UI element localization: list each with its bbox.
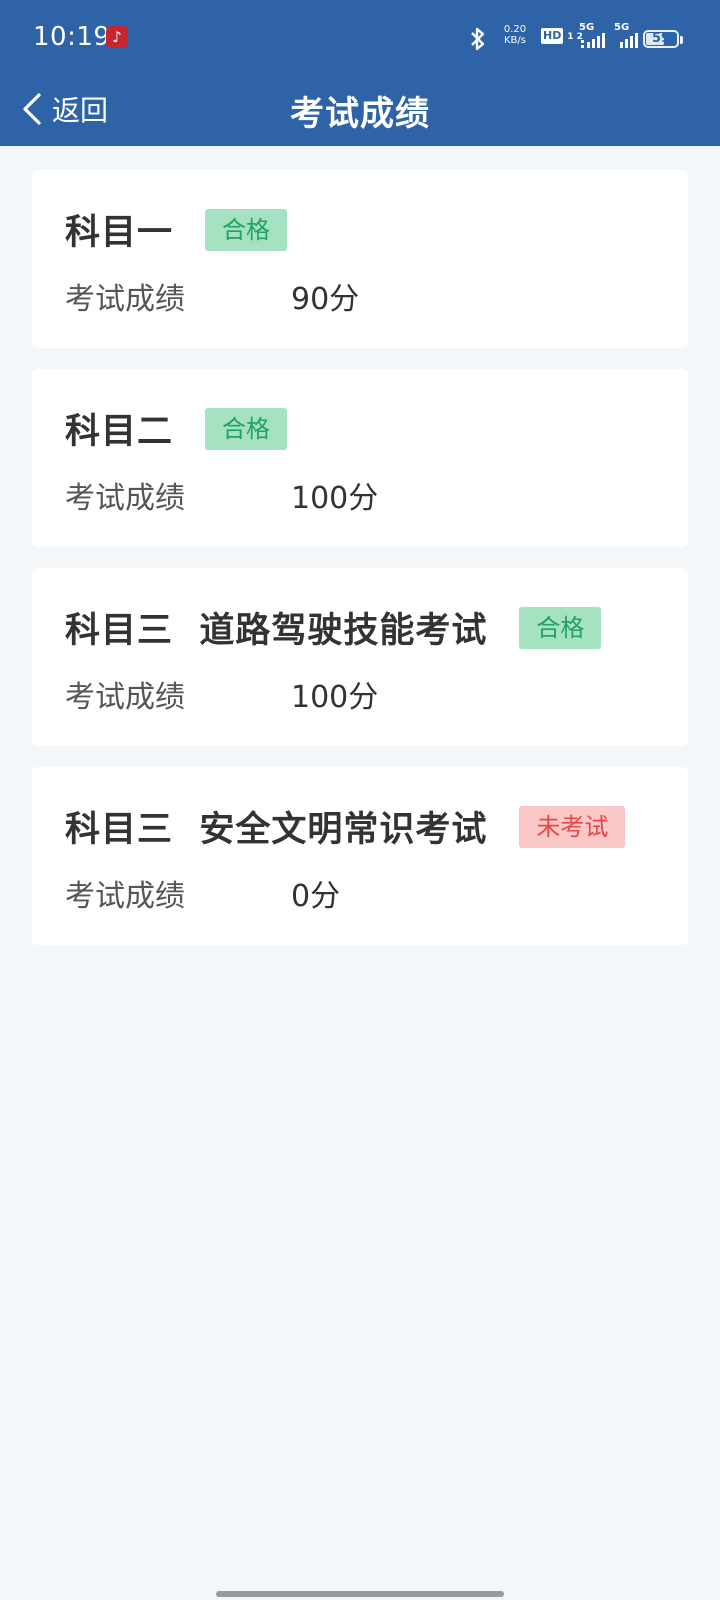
status-bar: 10:19 ♪ 0.20 KB/s HD 1 2 5G 5G 59	[0, 0, 720, 78]
battery-level: 59	[651, 31, 671, 46]
nav-bar: 返回 考试成绩	[0, 78, 720, 146]
app-header: 10:19 ♪ 0.20 KB/s HD 1 2 5G 5G 59 返回 考试成…	[0, 0, 720, 146]
status-time: 10:19	[33, 22, 111, 52]
exam-card: 科目三 道路驾驶技能考试 合格 考试成绩 100分	[32, 568, 688, 746]
exam-card: 科目三 安全文明常识考试 未考试 考试成绩 0分	[32, 767, 688, 945]
status-badge: 合格	[205, 407, 288, 450]
hd-label: HD	[541, 28, 564, 44]
net-speed-unit: KB/s	[504, 35, 526, 46]
battery-tip	[680, 36, 683, 44]
status-badge: 合格	[205, 208, 288, 251]
netease-music-icon: ♪	[106, 26, 128, 48]
exam-title: 科目一	[65, 213, 174, 253]
page-title: 考试成绩	[290, 94, 430, 134]
score-value: 0分	[291, 879, 341, 914]
exam-card: 科目二 合格 考试成绩 100分	[32, 369, 688, 547]
status-badge: 未考试	[519, 805, 626, 848]
score-value: 100分	[291, 680, 379, 715]
home-indicator[interactable]	[216, 1591, 504, 1597]
exam-result-list: 科目一 合格 考试成绩 90分 科目二 合格 考试成绩 100分 科目三 道路驾…	[32, 170, 688, 966]
exam-title: 科目二	[65, 412, 174, 452]
net-speed: 0.20 KB/s	[499, 24, 531, 46]
score-value: 100分	[291, 481, 379, 516]
net-speed-value: 0.20	[503, 24, 527, 35]
exam-card: 科目一 合格 考试成绩 90分	[32, 170, 688, 348]
score-value: 90分	[291, 282, 360, 317]
score-label: 考试成绩	[65, 282, 185, 317]
battery-icon: 59	[643, 30, 683, 48]
score-label: 考试成绩	[65, 481, 185, 516]
hd-icon: HD 1 2	[541, 28, 583, 44]
exam-title: 科目三 安全文明常识考试	[65, 810, 488, 850]
status-badge: 合格	[519, 606, 602, 649]
bluetooth-icon	[471, 27, 485, 51]
exam-title: 科目三 道路驾驶技能考试	[65, 611, 488, 651]
score-label: 考试成绩	[65, 680, 185, 715]
score-label: 考试成绩	[65, 879, 185, 914]
